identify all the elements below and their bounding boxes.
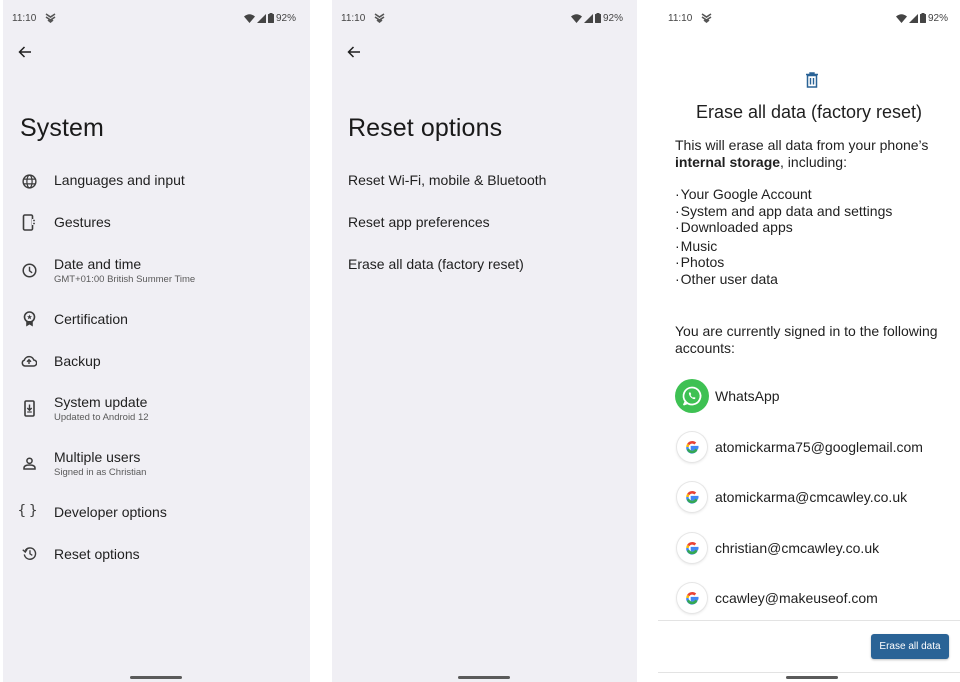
- erased-item: Photos: [675, 254, 892, 271]
- footer-divider: [658, 620, 960, 621]
- menu-item-label: System update: [54, 394, 148, 410]
- account-row: christian@cmcawley.co.uk: [675, 531, 879, 565]
- cloud-upload-icon: [20, 352, 38, 370]
- description-text: This will erase all data from your phone…: [675, 137, 929, 153]
- erased-item: Music: [675, 238, 892, 255]
- menu-item-subtitle: Updated to Android 12: [54, 412, 149, 423]
- arrow-left-icon: [18, 46, 31, 58]
- reset-app-preferences-option[interactable]: Reset app preferences: [348, 214, 490, 230]
- whatsapp-icon: [675, 379, 709, 413]
- dialog-title: Erase all data (factory reset): [695, 102, 923, 122]
- menu-item-label: Developer options: [54, 504, 167, 520]
- erase-all-data-screen: 11:10 92% Erase all data (factory reset)…: [658, 0, 960, 682]
- menu-item-date-time[interactable]: Date and time GMT+01:00 British Summer T…: [3, 255, 310, 287]
- braces-icon: {}: [17, 503, 41, 519]
- globe-icon: [20, 172, 38, 190]
- reset-options-screen: 11:10 92% Reset options Reset Wi-Fi, mob…: [332, 0, 637, 682]
- history-icon: [20, 544, 38, 562]
- erased-item: System and app data and settings: [675, 203, 893, 220]
- menu-item-subtitle: GMT+01:00 British Summer Time: [54, 274, 196, 285]
- cell-signal-icon: [583, 13, 593, 23]
- menu-item-label: Languages and input: [54, 172, 185, 188]
- menu-item-label: Certification: [54, 311, 128, 327]
- clock-icon: [20, 261, 38, 279]
- back-button[interactable]: [344, 42, 364, 62]
- account-label: atomickarma75@googlemail.com: [715, 439, 923, 455]
- battery-percent: 92%: [275, 12, 296, 24]
- back-button[interactable]: [15, 42, 35, 62]
- arrow-left-icon: [347, 46, 360, 58]
- accounts-intro: You are currently signed in to the follo…: [675, 323, 938, 356]
- wifi-icon: [243, 13, 255, 23]
- page-title: System: [20, 114, 104, 142]
- status-bar: 11:10 92%: [668, 11, 948, 25]
- status-time: 11:10: [341, 12, 366, 24]
- account-label: ccawley@makeuseof.com: [715, 590, 878, 606]
- battery-icon: [919, 13, 926, 23]
- menu-item-subtitle: Signed in as Christian: [54, 467, 147, 478]
- erased-item: Downloaded apps: [675, 219, 892, 236]
- trash-icon: [806, 72, 818, 88]
- reset-wifi-mobile-bluetooth-option[interactable]: Reset Wi-Fi, mobile & Bluetooth: [348, 172, 546, 188]
- award-badge-icon: [20, 310, 38, 328]
- erased-item: Your Google Account: [675, 186, 892, 203]
- wifi-icon: [570, 13, 582, 23]
- menu-item-developer-options[interactable]: {} Developer options: [3, 503, 310, 523]
- battery-percent: 92%: [927, 12, 948, 24]
- account-row: ccawley@makeuseof.com: [675, 581, 878, 615]
- menu-item-label: Date and time: [54, 256, 142, 272]
- system-update-icon: [20, 399, 38, 417]
- menu-item-gestures[interactable]: Gestures: [3, 213, 310, 233]
- notification-app-icon: [45, 13, 56, 23]
- status-time: 11:10: [12, 12, 37, 24]
- erase-description: This will erase all data from your phone…: [675, 137, 950, 171]
- menu-item-label: Reset options: [54, 546, 140, 562]
- erase-all-data-button[interactable]: Erase all data: [871, 634, 949, 659]
- menu-item-multiple-users[interactable]: Multiple users Signed in as Christian: [3, 448, 310, 480]
- google-icon: [677, 583, 707, 613]
- status-bar: 11:10 92%: [12, 11, 296, 25]
- account-row: WhatsApp: [675, 379, 780, 413]
- nav-divider: [658, 672, 960, 673]
- account-label: atomickarma@cmcawley.co.uk: [715, 489, 908, 505]
- google-icon: [677, 432, 707, 462]
- account-row: atomickarma75@googlemail.com: [675, 430, 923, 464]
- person-icon: [20, 454, 38, 472]
- battery-icon: [594, 13, 601, 23]
- battery-percent: 92%: [602, 12, 623, 24]
- menu-item-languages[interactable]: Languages and input: [3, 171, 310, 191]
- menu-item-certification[interactable]: Certification: [3, 310, 310, 330]
- gesture-nav-handle[interactable]: [458, 676, 510, 679]
- account-row: atomickarma@cmcawley.co.uk: [675, 480, 907, 514]
- menu-item-label: Gestures: [54, 214, 111, 230]
- gesture-nav-handle[interactable]: [130, 676, 182, 679]
- notification-app-icon: [374, 13, 385, 23]
- menu-item-label: Multiple users: [54, 449, 141, 465]
- page-title: Reset options: [348, 114, 503, 142]
- menu-item-backup[interactable]: Backup: [3, 352, 310, 372]
- erase-all-data-option[interactable]: Erase all data (factory reset): [348, 256, 524, 272]
- battery-icon: [267, 13, 274, 23]
- description-bold-text: internal storage: [675, 154, 781, 170]
- gesture-nav-handle[interactable]: [786, 676, 838, 679]
- wifi-icon: [895, 13, 907, 23]
- google-icon: [677, 533, 707, 563]
- description-text: , including:: [780, 154, 847, 170]
- status-bar: 11:10 92%: [341, 11, 623, 25]
- erased-item: Other user data: [675, 271, 892, 288]
- cell-signal-icon: [256, 13, 266, 23]
- system-settings-screen: 11:10 92% System Languages and input Ges…: [3, 0, 310, 682]
- menu-item-system-update[interactable]: System update Updated to Android 12: [3, 393, 310, 425]
- account-label: christian@cmcawley.co.uk: [715, 540, 880, 556]
- gestures-phone-icon: [20, 213, 38, 231]
- erased-items-list: Your Google Account System and app data …: [675, 186, 893, 288]
- account-label: WhatsApp: [715, 388, 780, 404]
- notification-app-icon: [701, 13, 712, 23]
- menu-item-reset-options[interactable]: Reset options: [3, 545, 310, 565]
- cell-signal-icon: [908, 13, 918, 23]
- status-time: 11:10: [668, 12, 693, 24]
- google-icon: [677, 482, 707, 512]
- menu-item-label: Backup: [54, 353, 101, 369]
